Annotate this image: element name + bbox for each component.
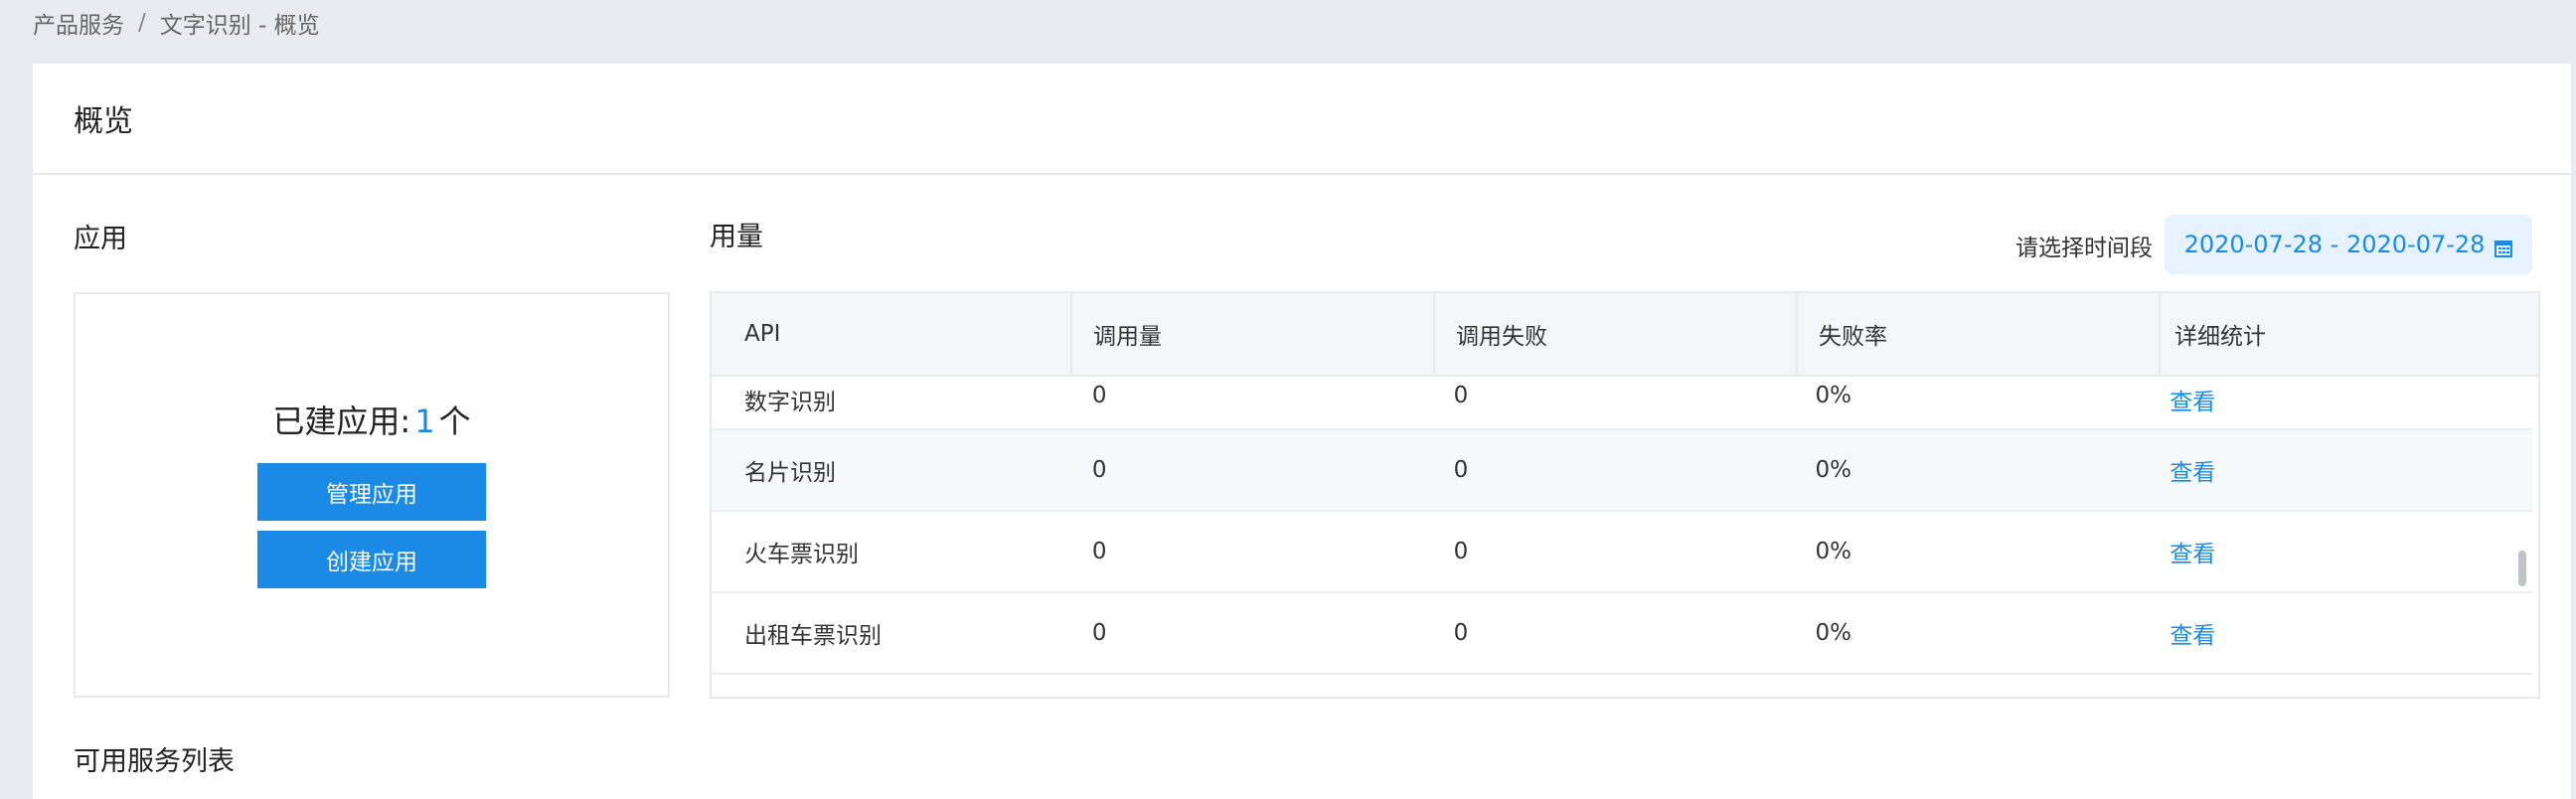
table-row: 名片识别 0 0 0% 查看	[712, 430, 2532, 512]
app-count-prefix: 已建应用:	[272, 402, 411, 440]
cell-failed: 0	[1453, 457, 1469, 483]
breadcrumb-root-link[interactable]: 产品服务	[33, 6, 124, 40]
breadcrumb-current: 文字识别 - 概览	[159, 13, 320, 39]
breadcrumb-separator: /	[138, 10, 146, 36]
column-header-calls: 调用量	[1072, 293, 1435, 375]
cell-fail-rate: 0%	[1815, 620, 1852, 646]
cell-calls: 0	[1091, 539, 1107, 564]
cell-calls: 0	[1091, 383, 1107, 408]
cell-calls: 0	[1091, 457, 1107, 483]
date-range-label: 请选择时间段	[2015, 236, 2153, 261]
column-header-details: 详细统计	[2174, 324, 2266, 350]
cell-fail-rate: 0%	[1815, 457, 1852, 483]
column-header-fail-rate: 失败率	[1798, 293, 2161, 375]
apps-section-title: 应用	[74, 224, 127, 254]
table-header: API 调用量 调用失败 失败率 详细统计	[712, 293, 2538, 377]
app-count-suffix: 个	[438, 402, 471, 440]
overview-card: 概览 应用 已建应用: 1 个 管理应用 创建应用 用量 请选择时间段 2020-0…	[33, 64, 2571, 799]
cell-fail-rate: 0%	[1815, 539, 1852, 564]
view-details-link[interactable]: 查看	[2170, 383, 2215, 416]
table-body: 数字识别 0 0 0% 查看 名片识别 0 0 0% 查看 火车票识别 0 0 …	[712, 375, 2532, 675]
app-count: 已建应用: 1 个	[272, 397, 470, 442]
calendar-icon[interactable]	[2495, 236, 2513, 257]
create-app-button[interactable]: 创建应用	[257, 531, 486, 588]
page-title: 概览	[33, 64, 2571, 175]
app-count-number: 1	[414, 402, 435, 440]
cell-calls: 0	[1091, 620, 1107, 646]
cell-failed: 0	[1453, 620, 1469, 646]
cell-details: 查看	[2156, 375, 2532, 428]
cell-api: 出租车票识别	[744, 623, 882, 649]
apps-panel: 已建应用: 1 个 管理应用 创建应用	[74, 292, 670, 698]
table-row: 火车票识别 0 0 0% 查看	[712, 512, 2532, 593]
cell-failed: 0	[1453, 383, 1469, 408]
cell-failed: 0	[1453, 539, 1469, 564]
date-range-value: 2020-07-28 - 2020-07-28	[2183, 231, 2486, 258]
cell-api: 火车票识别	[744, 542, 859, 567]
view-details-link[interactable]: 查看	[2170, 616, 2215, 650]
usage-section-title: 用量	[710, 222, 763, 252]
usage-table: API 调用量 调用失败 失败率 详细统计 数字识别 0 0 0% 查看 名片识…	[710, 291, 2540, 699]
cell-api: 数字识别	[744, 390, 836, 415]
table-scrollbar[interactable]	[2518, 551, 2526, 586]
view-details-link[interactable]: 查看	[2170, 453, 2215, 487]
breadcrumb: 产品服务 / 文字识别 - 概览	[33, 0, 320, 46]
cell-api: 名片识别	[744, 460, 836, 486]
column-header-failed: 调用失败	[1435, 293, 1798, 375]
manage-apps-button[interactable]: 管理应用	[257, 463, 486, 521]
view-details-link[interactable]: 查看	[2170, 535, 2215, 568]
cell-details: 查看	[2156, 512, 2532, 591]
table-row: 数字识别 0 0 0% 查看	[712, 375, 2532, 430]
table-row: 出租车票识别 0 0 0% 查看	[712, 593, 2532, 675]
cell-details: 查看	[2156, 430, 2532, 510]
services-section-title: 可用服务列表	[74, 746, 235, 777]
date-range-picker[interactable]: 2020-07-28 - 2020-07-28	[2165, 215, 2532, 274]
cell-fail-rate: 0%	[1815, 383, 1852, 408]
column-header-api: API	[712, 293, 1072, 375]
cell-details: 查看	[2156, 593, 2532, 673]
